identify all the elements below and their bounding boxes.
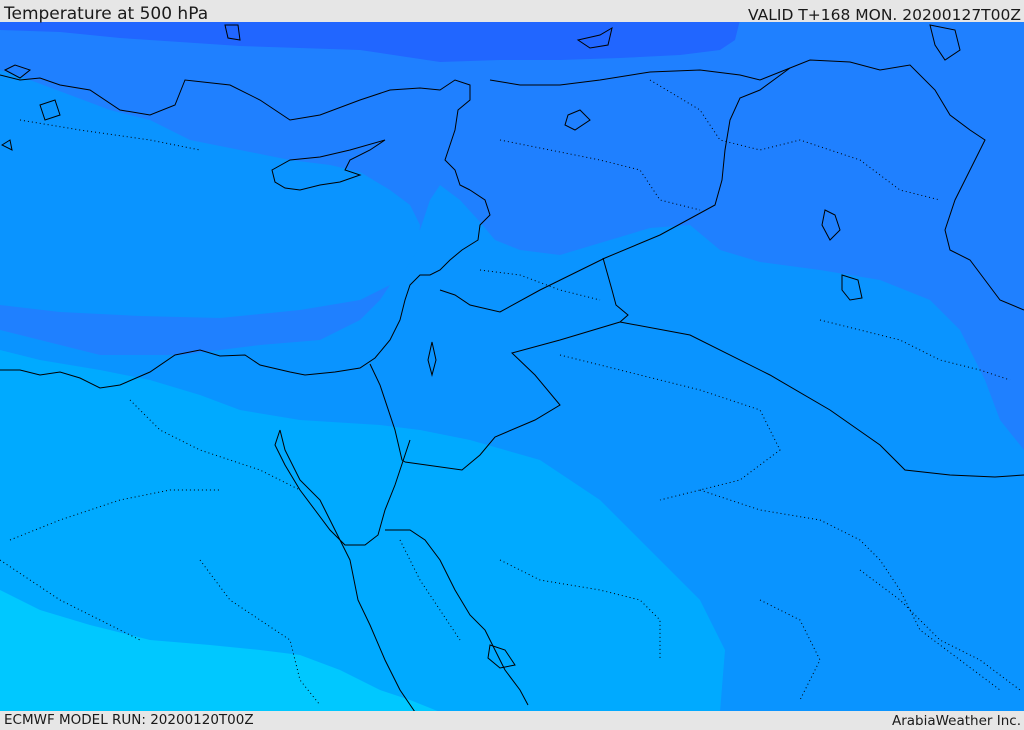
temperature-map [0,20,1024,712]
model-run: ECMWF MODEL RUN: 20200120T00Z [4,712,254,728]
map-title: Temperature at 500 hPa [4,4,209,24]
header-bar: Temperature at 500 hPa VALID T+168 MON. … [0,0,1024,24]
footer-bar: ECMWF MODEL RUN: 20200120T00Z ArabiaWeat… [0,711,1024,729]
valid-time: VALID T+168 MON. 20200127T00Z [748,6,1021,24]
credit-text: ArabiaWeather Inc. [891,713,1021,729]
